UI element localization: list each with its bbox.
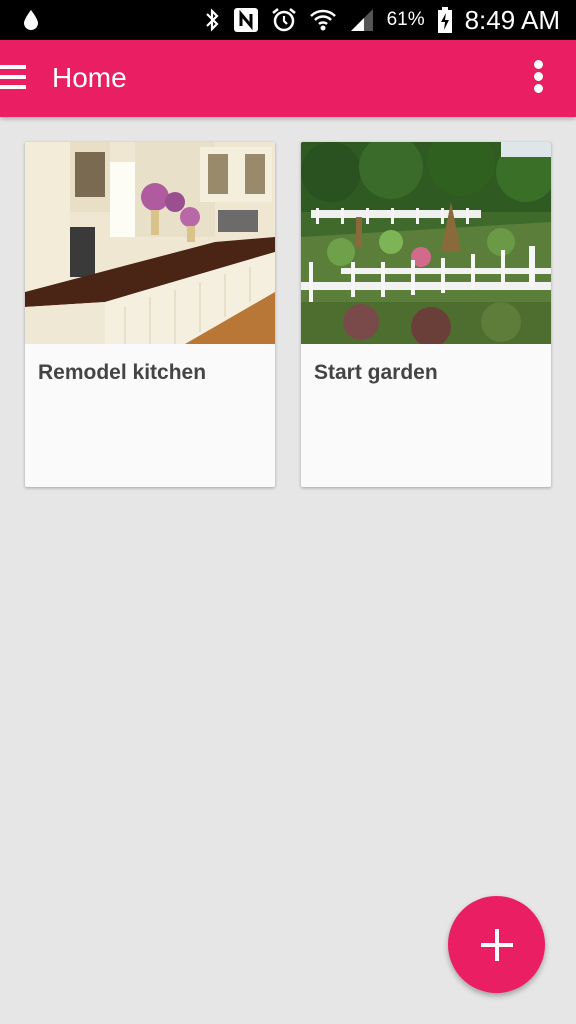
hamburger-menu-icon[interactable]	[0, 65, 28, 93]
app-bar: Home	[0, 40, 576, 117]
garden-photo	[301, 142, 551, 344]
alarm-icon	[271, 7, 297, 33]
nfc-icon	[233, 7, 259, 33]
card-start-garden[interactable]: Start garden	[301, 142, 551, 487]
card-title: Remodel kitchen	[38, 361, 207, 384]
more-options-icon[interactable]	[534, 60, 544, 96]
kitchen-photo	[25, 142, 275, 344]
plus-icon	[480, 928, 513, 961]
battery-charging-icon	[437, 6, 453, 34]
clock: 8:49 AM	[464, 4, 560, 35]
wifi-icon	[309, 7, 337, 33]
status-bar: 61% 8:49 AM	[0, 0, 576, 40]
card-remodel-kitchen[interactable]: Remodel kitchen	[25, 142, 275, 487]
signal-icon	[349, 7, 375, 33]
page-title: Home	[52, 62, 127, 93]
water-drop-icon	[24, 10, 38, 30]
add-fab-button[interactable]	[448, 896, 545, 993]
card-title: Start garden	[314, 361, 438, 384]
bluetooth-icon	[203, 7, 221, 33]
battery-percent: 61%	[386, 9, 425, 30]
